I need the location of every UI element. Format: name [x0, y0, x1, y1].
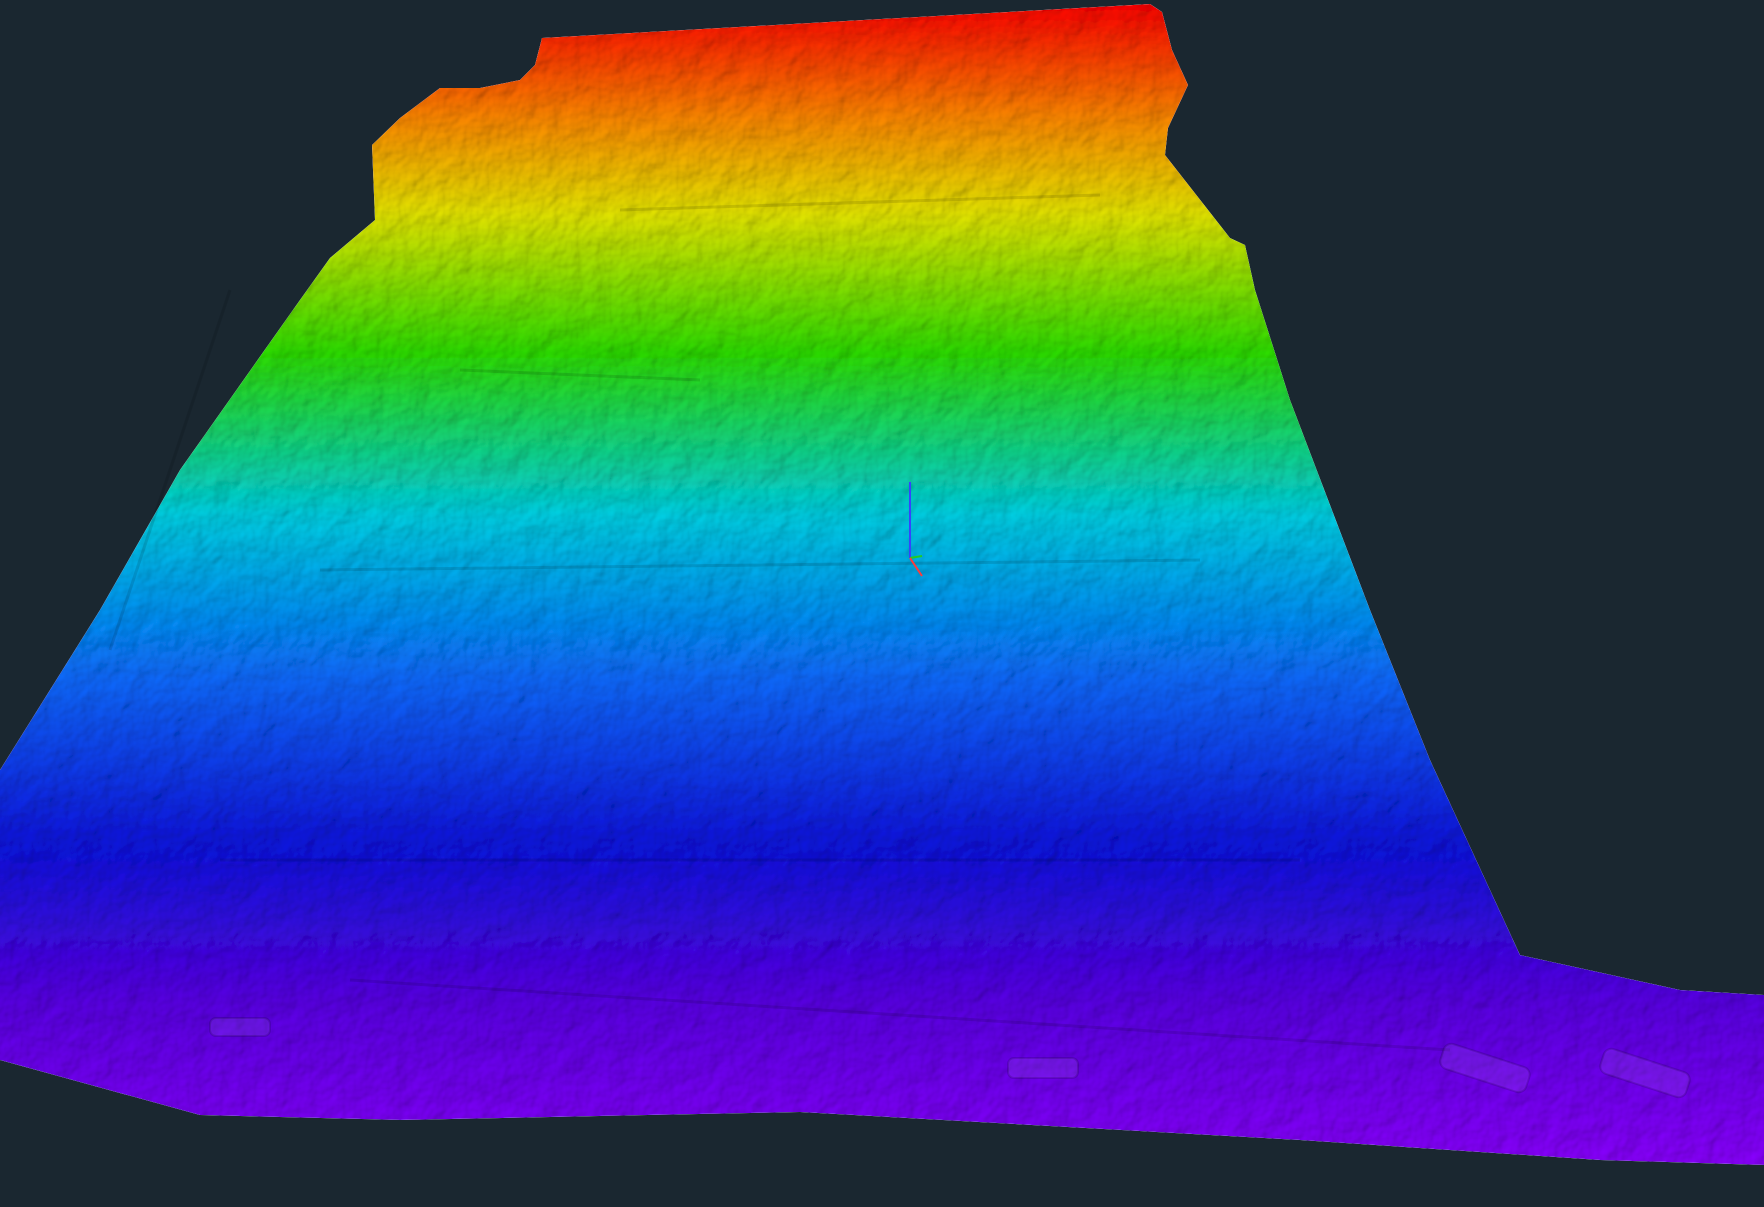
x-axis-line	[909, 557, 923, 577]
terrain-scene[interactable]	[0, 0, 1764, 1207]
3d-viewport[interactable]	[0, 0, 1764, 1207]
terrain-heightmap-mesh[interactable]	[0, 4, 1764, 1165]
y-axis-line	[909, 555, 923, 559]
xyz-axes-icon	[909, 482, 923, 577]
